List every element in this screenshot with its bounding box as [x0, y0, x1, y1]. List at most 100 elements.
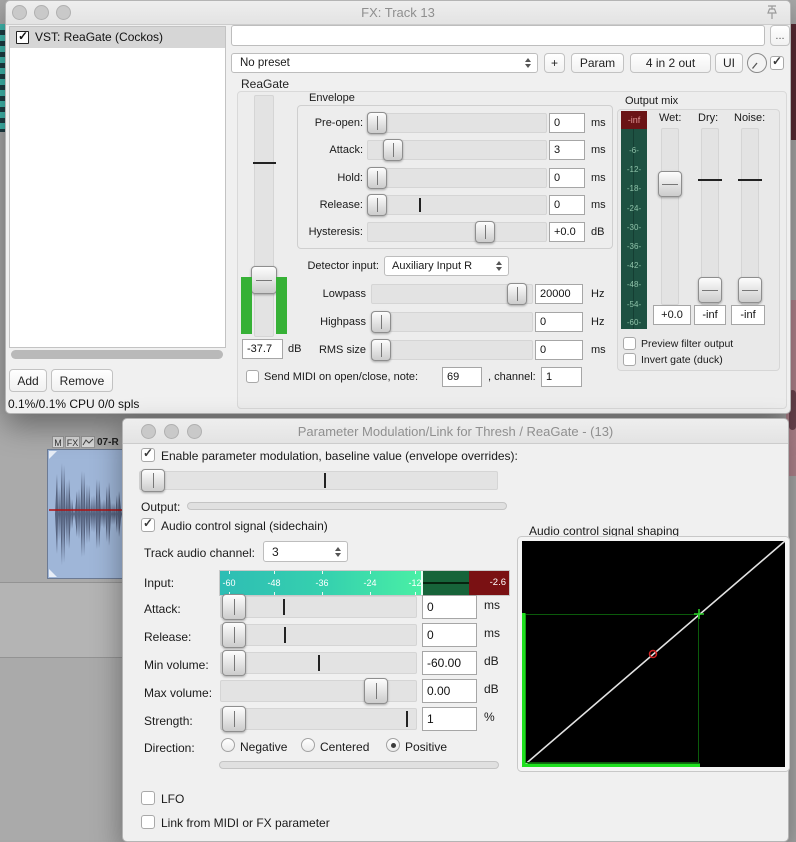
- threshold-value[interactable]: -37.7: [242, 339, 283, 359]
- direction-centered-radio[interactable]: [301, 738, 315, 752]
- preset-dropdown[interactable]: No preset: [231, 53, 538, 73]
- mod-release-track[interactable]: [220, 624, 417, 646]
- highpass-unit: Hz: [591, 316, 605, 328]
- mod-attack-value[interactable]: 0: [422, 595, 477, 619]
- dry-slider-thumb[interactable]: [698, 277, 722, 303]
- wet-slider-thumb[interactable]: [658, 171, 682, 197]
- release-slider-thumb[interactable]: [367, 194, 387, 216]
- add-fx-button[interactable]: Add: [9, 369, 47, 392]
- link-midi-checkbox[interactable]: [141, 815, 155, 829]
- invert-gate-checkbox[interactable]: [623, 353, 636, 366]
- mod-titlebar[interactable]: Parameter Modulation/Link for Thresh / R…: [123, 419, 788, 444]
- input-label: Input:: [144, 576, 175, 590]
- highpass-slider-thumb[interactable]: [371, 311, 391, 333]
- noise-slider-thumb[interactable]: [738, 277, 762, 303]
- wet-dry-knob[interactable]: [746, 52, 768, 74]
- mod-release-thumb[interactable]: [222, 622, 246, 648]
- direction-centered-label: Centered: [320, 740, 370, 754]
- direction-positive-radio[interactable]: [386, 738, 400, 752]
- signal-shaping-graph[interactable]: [517, 536, 790, 772]
- fx-chain-item-label: VST: ReaGate (Cockos): [35, 30, 164, 44]
- rms-slider-thumb[interactable]: [371, 339, 391, 361]
- max-volume-unit: dB: [484, 682, 499, 696]
- lowpass-unit: Hz: [591, 288, 605, 300]
- dry-value[interactable]: -inf: [694, 305, 726, 325]
- attack-value[interactable]: 3: [549, 140, 585, 160]
- preview-filter-checkbox[interactable]: [623, 337, 636, 350]
- wet-value[interactable]: +0.0: [653, 305, 691, 325]
- max-volume-label: Max volume:: [144, 686, 213, 700]
- mod-attack-track[interactable]: [220, 596, 417, 618]
- hold-slider-thumb[interactable]: [367, 167, 387, 189]
- strength-label: Strength:: [144, 714, 193, 728]
- enable-mod-checkbox[interactable]: [141, 446, 155, 462]
- threshold-slider-track[interactable]: [254, 95, 274, 337]
- remove-fx-button[interactable]: Remove: [51, 369, 113, 392]
- hysteresis-slider-thumb[interactable]: [475, 221, 495, 243]
- max-volume-thumb[interactable]: [364, 678, 388, 704]
- send-midi-checkbox[interactable]: [246, 370, 259, 383]
- strength-track[interactable]: [220, 708, 417, 730]
- min-volume-thumb[interactable]: [222, 650, 246, 676]
- channel-stepper-icon[interactable]: [335, 546, 341, 557]
- detector-input-dropdown[interactable]: Auxiliary Input R: [384, 256, 509, 276]
- baseline-slider-thumb[interactable]: [141, 469, 165, 492]
- release-value[interactable]: 0: [549, 195, 585, 215]
- preopen-slider-thumb[interactable]: [367, 112, 387, 134]
- lowpass-slider-thumb[interactable]: [507, 283, 527, 305]
- fx-titlebar[interactable]: FX: Track 13: [6, 1, 790, 25]
- attack-unit: ms: [591, 144, 606, 156]
- scale-tick: -54-: [626, 300, 642, 309]
- mod-release-value[interactable]: 0: [422, 623, 477, 647]
- save-preset-button[interactable]: +: [544, 53, 565, 73]
- detector-stepper-icon[interactable]: [496, 261, 502, 271]
- lowpass-value[interactable]: 20000: [535, 284, 583, 304]
- wet-slider-track[interactable]: [661, 128, 679, 305]
- track-channel-dropdown[interactable]: 3: [263, 541, 348, 562]
- midi-channel-label: , channel:: [488, 371, 536, 383]
- strength-value[interactable]: 1: [422, 707, 477, 731]
- preopen-slider-track[interactable]: [367, 113, 547, 133]
- fx-bypass-checkbox[interactable]: [770, 54, 784, 70]
- strength-thumb[interactable]: [222, 706, 246, 732]
- param-button[interactable]: Param: [571, 53, 624, 73]
- hold-value[interactable]: 0: [549, 168, 585, 188]
- hold-slider-track[interactable]: [367, 168, 547, 188]
- media-item[interactable]: [47, 449, 128, 579]
- direction-negative-radio[interactable]: [221, 738, 235, 752]
- midi-channel-value[interactable]: 1: [541, 367, 582, 387]
- sidechain-checkbox[interactable]: [141, 516, 155, 532]
- min-volume-value[interactable]: -60.00: [422, 651, 477, 675]
- fx-enabled-checkbox[interactable]: [16, 29, 29, 44]
- fx-chain-list[interactable]: VST: ReaGate (Cockos): [9, 26, 226, 348]
- ui-button[interactable]: UI: [715, 53, 743, 73]
- hysteresis-value[interactable]: +0.0: [549, 222, 585, 242]
- fx-chain-item[interactable]: VST: ReaGate (Cockos): [10, 27, 225, 48]
- lfo-checkbox[interactable]: [141, 791, 155, 805]
- highpass-slider-track[interactable]: [371, 312, 533, 332]
- threshold-slider-thumb[interactable]: [251, 266, 277, 294]
- noise-label: Noise:: [734, 112, 766, 124]
- highpass-value[interactable]: 0: [535, 312, 583, 332]
- mute-button[interactable]: M: [52, 436, 64, 448]
- fx-list-hscrollbar[interactable]: [11, 350, 223, 359]
- fx-comment-input[interactable]: [231, 25, 765, 46]
- more-options-button[interactable]: ...: [770, 25, 790, 46]
- envelope-icon[interactable]: [81, 436, 95, 448]
- preset-stepper-icon[interactable]: [525, 58, 531, 68]
- mod-attack-thumb[interactable]: [222, 594, 246, 620]
- media-item-header[interactable]: M FX 07-R: [48, 435, 125, 450]
- max-volume-value[interactable]: 0.00: [422, 679, 477, 703]
- midi-note-value[interactable]: 69: [442, 367, 482, 387]
- noise-value[interactable]: -inf: [731, 305, 765, 325]
- io-routing-button[interactable]: 4 in 2 out: [630, 53, 711, 73]
- fx-button[interactable]: FX: [65, 436, 80, 448]
- rms-value[interactable]: 0: [535, 340, 583, 360]
- release-slider-track[interactable]: [367, 195, 547, 215]
- attack-slider-thumb[interactable]: [383, 139, 403, 161]
- preopen-value[interactable]: 0: [549, 113, 585, 133]
- hysteresis-slider-track[interactable]: [367, 222, 547, 242]
- pin-icon[interactable]: [764, 4, 780, 21]
- rms-slider-track[interactable]: [371, 340, 533, 360]
- baseline-slider-track[interactable]: [139, 471, 498, 490]
